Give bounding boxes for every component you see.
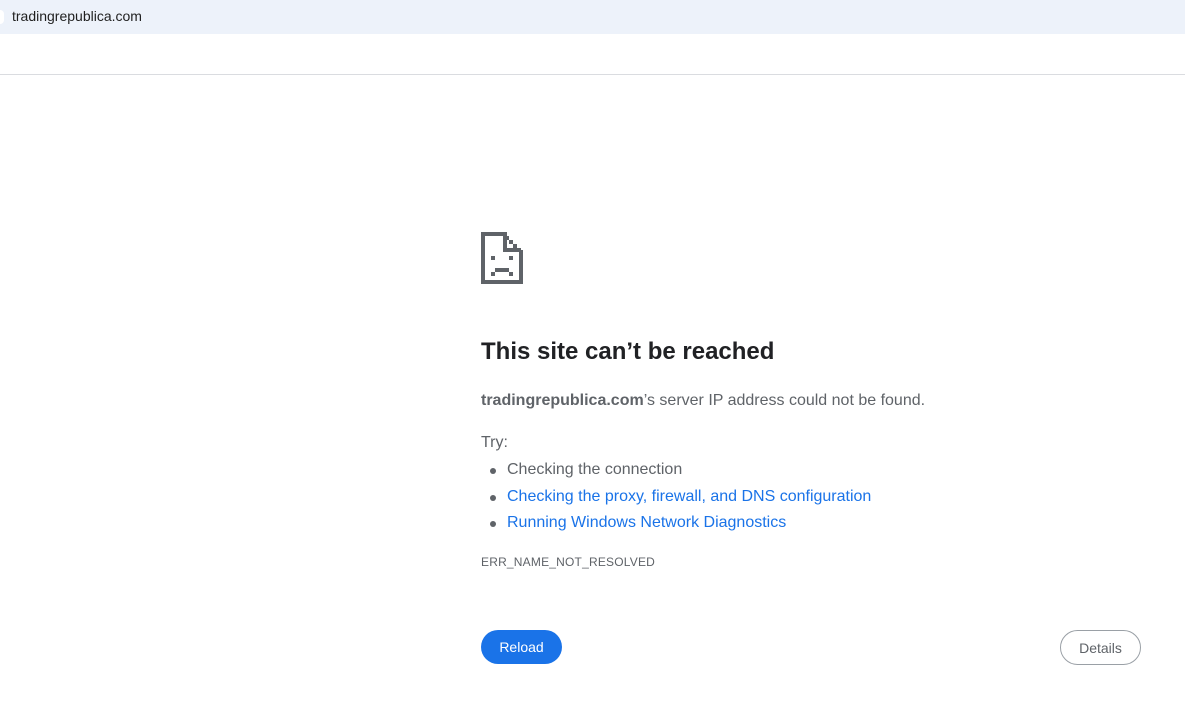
sad-page-icon	[481, 232, 523, 284]
try-label: Try:	[481, 434, 508, 451]
suggestion-network-diagnostics-link[interactable]: Running Windows Network Diagnostics	[507, 514, 786, 531]
reload-button[interactable]: Reload	[481, 630, 562, 664]
address-bar-url[interactable]: tradingrepublica.com	[12, 8, 142, 24]
suggestion-check-connection: Checking the connection	[507, 461, 683, 478]
address-bar[interactable]: tradingrepublica.com	[0, 0, 1185, 34]
error-code: ERR_NAME_NOT_RESOLVED	[481, 554, 656, 569]
error-summary: tradingrepublica.com’s server IP address…	[481, 389, 1141, 413]
summary-text: ’s server IP address could not be found.	[643, 392, 926, 409]
suggestion-item: Checking the proxy, firewall, and DNS co…	[490, 484, 1141, 511]
summary-host: tradingrepublica.com	[481, 392, 644, 409]
details-button[interactable]: Details	[1060, 630, 1141, 665]
address-bar-edge	[0, 10, 4, 24]
toolbar-strip	[0, 34, 1185, 75]
suggestion-list: Checking the connection Checking the pro…	[481, 457, 1141, 537]
error-content: This site can’t be reached tradingrepubl…	[481, 232, 1141, 569]
page-title: This site can’t be reached	[481, 338, 775, 365]
suggestion-item: Running Windows Network Diagnostics	[490, 510, 1141, 537]
suggestion-check-proxy-link[interactable]: Checking the proxy, firewall, and DNS co…	[507, 488, 871, 505]
suggestion-item: Checking the connection	[490, 457, 1141, 484]
